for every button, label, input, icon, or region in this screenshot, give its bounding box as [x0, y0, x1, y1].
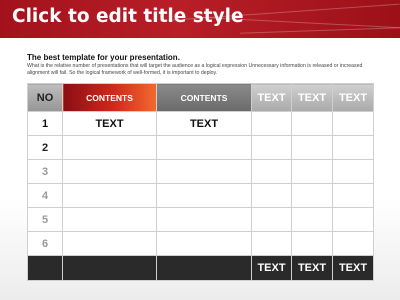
decorative-line [240, 27, 400, 34]
table-cell[interactable] [251, 111, 292, 136]
table-cell[interactable] [62, 231, 157, 256]
table-cell[interactable] [291, 111, 333, 136]
header-text-3: TEXT [332, 83, 374, 112]
table-row: 3 [27, 159, 374, 184]
table-cell[interactable] [62, 135, 157, 160]
table-row: 1 TEXT TEXT [27, 111, 374, 136]
table-cell[interactable]: TEXT [62, 111, 157, 136]
table-cell[interactable] [251, 135, 292, 160]
header-no: NO [27, 83, 63, 112]
table-header-row: NO CONTENTS CONTENTS TEXT TEXT TEXT [27, 83, 374, 112]
table-cell[interactable] [291, 135, 333, 160]
subtitle: The best template for your presentation. [27, 53, 180, 62]
table-cell[interactable] [251, 183, 292, 208]
header-text-1: TEXT [251, 83, 292, 112]
table-row: 6 [27, 231, 374, 256]
slide-title[interactable]: Click to edit title style [12, 6, 244, 27]
table-cell[interactable] [62, 183, 157, 208]
table-cell[interactable] [251, 159, 292, 184]
table-cell[interactable] [156, 231, 252, 256]
header-contents-2: CONTENTS [156, 83, 252, 112]
header-text-2: TEXT [291, 83, 333, 112]
table-row: 2 [27, 135, 374, 160]
table-cell[interactable] [332, 231, 374, 256]
footer-text-3: TEXT [332, 255, 374, 281]
table-cell[interactable] [291, 207, 333, 232]
row-number: 3 [27, 159, 63, 184]
table-cell[interactable] [62, 159, 157, 184]
row-number: 6 [27, 231, 63, 256]
row-number: 4 [27, 183, 63, 208]
table-footer-row: TEXT TEXT TEXT [27, 255, 374, 281]
footer-cell [156, 255, 252, 281]
table-cell[interactable] [156, 159, 252, 184]
data-table: NO CONTENTS CONTENTS TEXT TEXT TEXT 1 TE… [27, 83, 374, 281]
footer-cell [62, 255, 157, 281]
footer-text-1: TEXT [251, 255, 292, 281]
table-cell[interactable] [62, 207, 157, 232]
table-cell[interactable] [156, 207, 252, 232]
table-cell[interactable]: TEXT [156, 111, 252, 136]
table-cell[interactable] [332, 111, 374, 136]
title-bar: Click to edit title style [0, 0, 400, 38]
footer-text-2: TEXT [291, 255, 333, 281]
row-number: 2 [27, 135, 63, 160]
header-contents-1: CONTENTS [62, 83, 157, 112]
row-number: 5 [27, 207, 63, 232]
table-row: 4 [27, 183, 374, 208]
table-cell[interactable] [291, 159, 333, 184]
table-cell[interactable] [291, 231, 333, 256]
footer-cell [27, 255, 63, 281]
table-cell[interactable] [156, 135, 252, 160]
table-cell[interactable] [332, 135, 374, 160]
table-cell[interactable] [251, 207, 292, 232]
table-cell[interactable] [332, 159, 374, 184]
description-text: What is the relative number of presentat… [27, 63, 363, 76]
table-cell[interactable] [332, 183, 374, 208]
table-cell[interactable] [332, 207, 374, 232]
table-row: 5 [27, 207, 374, 232]
table-cell[interactable] [156, 183, 252, 208]
table-cell[interactable] [251, 231, 292, 256]
row-number: 1 [27, 111, 63, 136]
table-cell[interactable] [291, 183, 333, 208]
